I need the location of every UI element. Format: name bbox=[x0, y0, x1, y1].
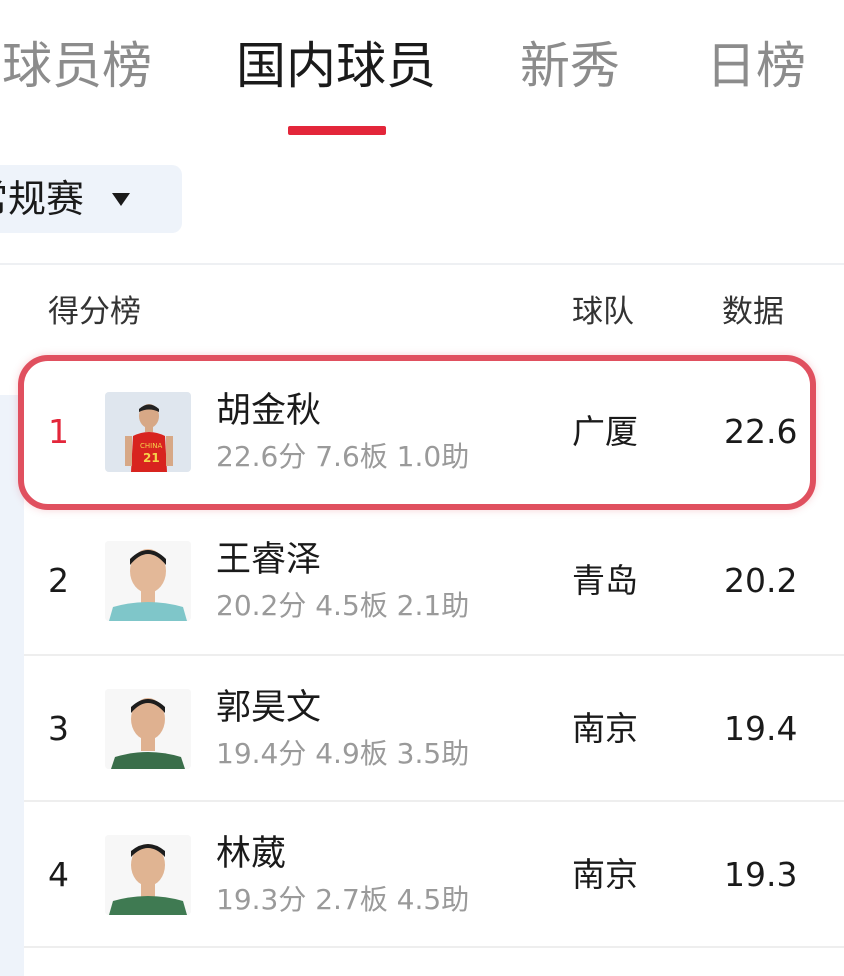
rank-number: 1 bbox=[48, 412, 69, 451]
table-row[interactable]: 2 王睿泽 20.2分 4.5板 2.1助 青岛 20.2 bbox=[24, 508, 844, 654]
rank-number: 4 bbox=[48, 855, 69, 894]
season-dropdown[interactable]: 常规赛 bbox=[0, 165, 182, 233]
rank-number: 3 bbox=[48, 709, 69, 748]
tab-domestic-players[interactable]: 国内球员 bbox=[236, 36, 436, 96]
tab-players-ranking[interactable]: 球员榜 bbox=[2, 36, 152, 96]
player-name: 胡金秋 bbox=[216, 391, 322, 431]
player-photo-icon bbox=[105, 835, 191, 915]
header-team: 球队 bbox=[572, 294, 634, 330]
header-category: 得分榜 bbox=[48, 294, 141, 330]
player-name: 林葳 bbox=[216, 834, 287, 874]
tab-rookies[interactable]: 新秀 bbox=[520, 36, 620, 96]
stat-value: 22.6 bbox=[724, 412, 798, 451]
player-stats: 20.2分 4.5板 2.1助 bbox=[216, 589, 470, 622]
caret-down-icon bbox=[112, 193, 130, 206]
table-row[interactable]: 4 林葳 19.3分 2.7板 4.5助 南京 19.3 bbox=[24, 802, 844, 948]
team-name: 南京 bbox=[572, 855, 638, 894]
player-avatar bbox=[105, 835, 191, 915]
stat-value: 20.2 bbox=[724, 561, 798, 600]
player-name: 王睿泽 bbox=[216, 540, 322, 580]
active-tab-indicator bbox=[288, 126, 386, 135]
team-name: 南京 bbox=[572, 709, 638, 748]
player-avatar bbox=[105, 689, 191, 769]
player-avatar bbox=[105, 541, 191, 621]
table-row[interactable]: 1 CHINA 21 胡金秋 22.6分 7.6板 1.0助 广厦 22.6 bbox=[24, 359, 844, 505]
table-row[interactable]: 3 郭昊文 19.4分 4.9板 3.5助 南京 19.4 bbox=[24, 656, 844, 802]
player-photo-icon bbox=[105, 541, 191, 621]
divider bbox=[0, 263, 844, 265]
player-photo-icon: CHINA 21 bbox=[105, 392, 191, 472]
header-value: 数据 bbox=[722, 294, 784, 330]
player-name: 郭昊文 bbox=[216, 688, 322, 728]
stat-value: 19.4 bbox=[724, 709, 798, 748]
tab-bar: 球员榜 国内球员 新秀 日榜 bbox=[0, 0, 844, 140]
divider bbox=[24, 946, 844, 948]
rank-number: 2 bbox=[48, 561, 69, 600]
player-avatar: CHINA 21 bbox=[105, 392, 191, 472]
team-name: 广厦 bbox=[572, 412, 638, 451]
team-name: 青岛 bbox=[572, 561, 638, 600]
tab-daily-ranking[interactable]: 日榜 bbox=[706, 36, 806, 96]
player-photo-icon bbox=[105, 689, 191, 769]
svg-text:21: 21 bbox=[143, 451, 160, 465]
season-dropdown-label: 常规赛 bbox=[0, 177, 85, 221]
player-stats: 22.6分 7.6板 1.0助 bbox=[216, 440, 470, 473]
player-stats: 19.4分 4.9板 3.5助 bbox=[216, 737, 470, 770]
player-stats: 19.3分 2.7板 4.5助 bbox=[216, 883, 470, 916]
svg-text:CHINA: CHINA bbox=[140, 442, 162, 450]
stat-value: 19.3 bbox=[724, 855, 798, 894]
